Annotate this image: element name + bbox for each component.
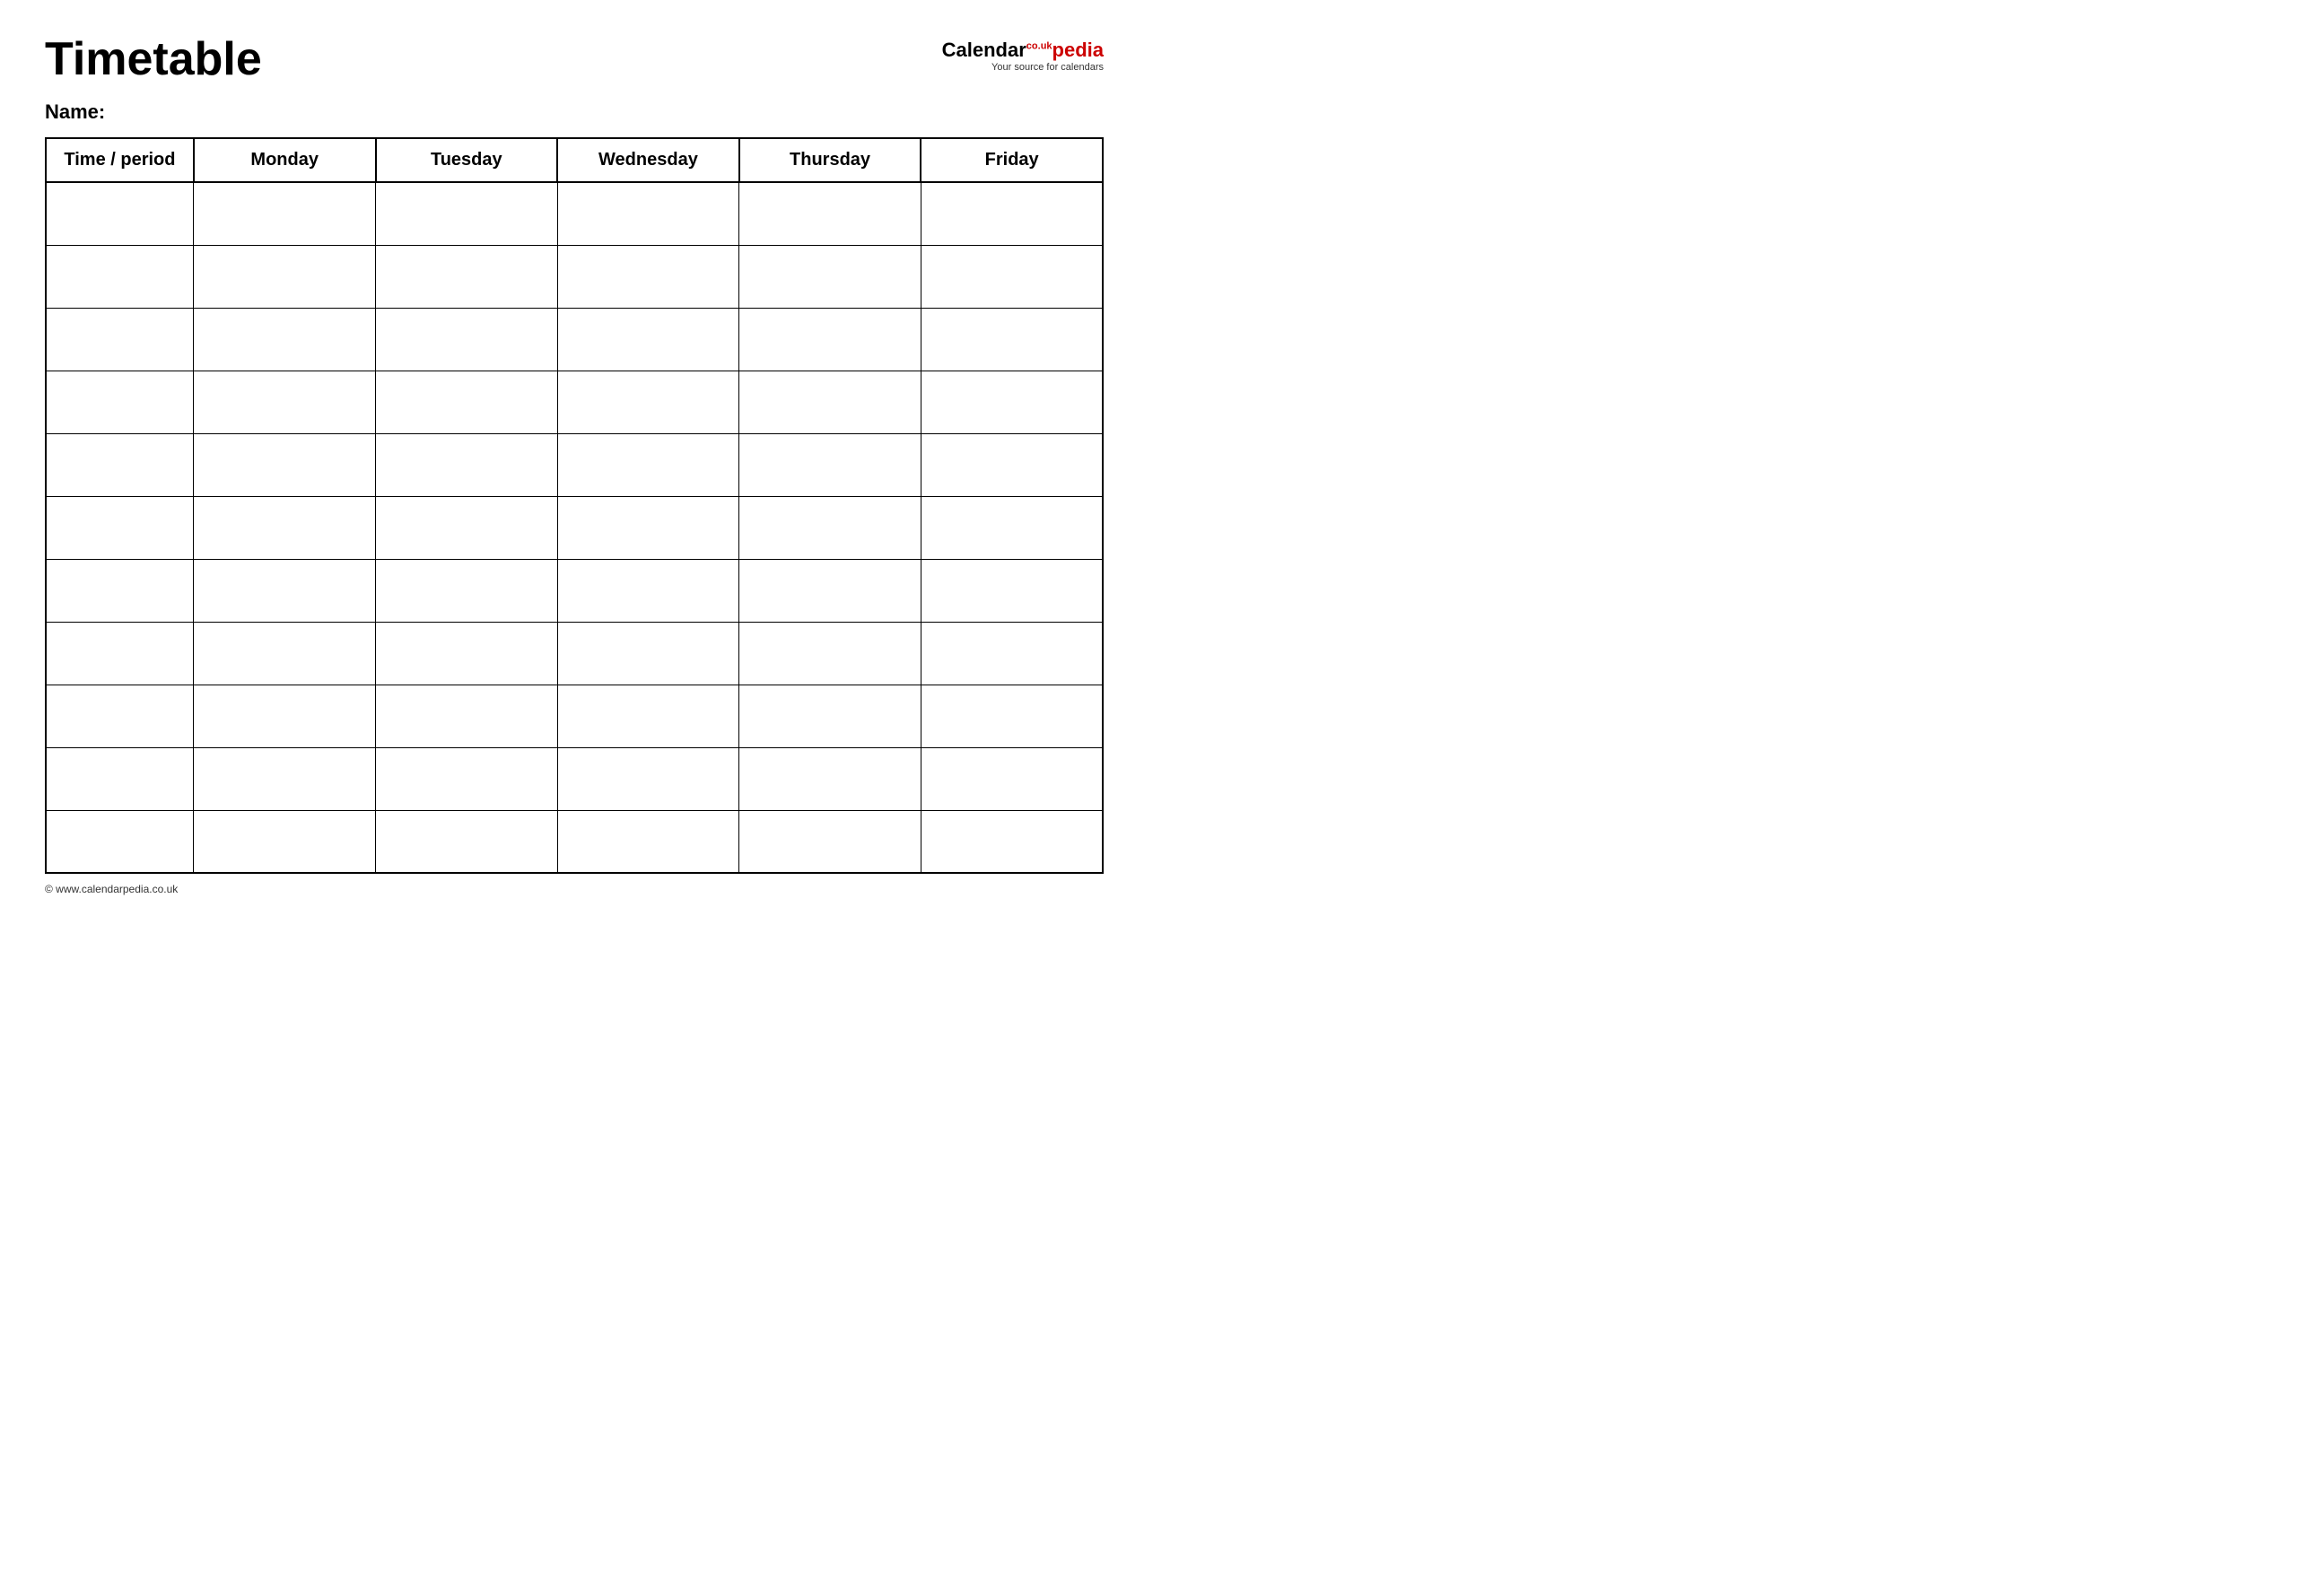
table-cell[interactable] xyxy=(739,810,921,873)
logo-area: Calendarco.ukpedia Your source for calen… xyxy=(942,40,1104,73)
table-row xyxy=(46,685,1103,747)
table-cell[interactable] xyxy=(194,308,376,371)
logo-calendar: Calendar xyxy=(942,39,1026,61)
table-cell[interactable] xyxy=(376,496,558,559)
table-cell[interactable] xyxy=(739,182,921,245)
timetable: Time / period Monday Tuesday Wednesday T… xyxy=(45,137,1104,874)
table-cell[interactable] xyxy=(376,747,558,810)
table-cell[interactable] xyxy=(739,747,921,810)
logo-couk: co.uk xyxy=(1026,41,1052,52)
table-cell[interactable] xyxy=(921,433,1103,496)
table-cell[interactable] xyxy=(376,182,558,245)
table-cell[interactable] xyxy=(376,308,558,371)
table-row xyxy=(46,308,1103,371)
footer: © www.calendarpedia.co.uk xyxy=(45,883,1104,895)
table-cell[interactable] xyxy=(46,559,194,622)
table-cell[interactable] xyxy=(557,245,739,308)
table-cell[interactable] xyxy=(376,245,558,308)
table-cell[interactable] xyxy=(194,433,376,496)
table-cell[interactable] xyxy=(376,559,558,622)
table-row xyxy=(46,622,1103,685)
table-cell[interactable] xyxy=(376,685,558,747)
table-cell[interactable] xyxy=(46,496,194,559)
table-row xyxy=(46,496,1103,559)
table-cell[interactable] xyxy=(46,810,194,873)
table-row xyxy=(46,245,1103,308)
table-cell[interactable] xyxy=(194,622,376,685)
table-row xyxy=(46,371,1103,433)
logo-pedia: pedia xyxy=(1052,39,1104,61)
table-cell[interactable] xyxy=(376,622,558,685)
col-header-tuesday: Tuesday xyxy=(376,138,558,182)
table-cell[interactable] xyxy=(376,371,558,433)
col-header-monday: Monday xyxy=(194,138,376,182)
table-cell[interactable] xyxy=(557,182,739,245)
table-row xyxy=(46,182,1103,245)
table-cell[interactable] xyxy=(557,433,739,496)
table-cell[interactable] xyxy=(46,747,194,810)
table-cell[interactable] xyxy=(194,371,376,433)
table-cell[interactable] xyxy=(557,622,739,685)
table-cell[interactable] xyxy=(739,308,921,371)
col-header-thursday: Thursday xyxy=(739,138,921,182)
table-cell[interactable] xyxy=(739,559,921,622)
table-cell[interactable] xyxy=(557,559,739,622)
table-cell[interactable] xyxy=(46,622,194,685)
table-cell[interactable] xyxy=(46,182,194,245)
table-cell[interactable] xyxy=(557,685,739,747)
table-cell[interactable] xyxy=(739,622,921,685)
table-cell[interactable] xyxy=(194,559,376,622)
table-cell[interactable] xyxy=(739,496,921,559)
table-cell[interactable] xyxy=(921,747,1103,810)
table-cell[interactable] xyxy=(376,810,558,873)
table-cell[interactable] xyxy=(194,810,376,873)
footer-url: © www.calendarpedia.co.uk xyxy=(45,883,178,895)
table-cell[interactable] xyxy=(739,685,921,747)
table-cell[interactable] xyxy=(194,496,376,559)
table-row xyxy=(46,747,1103,810)
table-cell[interactable] xyxy=(739,371,921,433)
table-cell[interactable] xyxy=(921,810,1103,873)
col-header-wednesday: Wednesday xyxy=(557,138,739,182)
name-label: Name: xyxy=(45,100,1104,124)
table-cell[interactable] xyxy=(921,308,1103,371)
table-cell[interactable] xyxy=(921,622,1103,685)
table-cell[interactable] xyxy=(921,182,1103,245)
table-cell[interactable] xyxy=(557,308,739,371)
table-cell[interactable] xyxy=(194,685,376,747)
logo-subtitle: Your source for calendars xyxy=(991,62,1104,73)
page-title: Timetable xyxy=(45,36,262,83)
table-cell[interactable] xyxy=(46,245,194,308)
table-cell[interactable] xyxy=(376,433,558,496)
table-cell[interactable] xyxy=(194,182,376,245)
timetable-body xyxy=(46,182,1103,873)
table-cell[interactable] xyxy=(557,371,739,433)
table-cell[interactable] xyxy=(921,496,1103,559)
col-header-time: Time / period xyxy=(46,138,194,182)
table-cell[interactable] xyxy=(557,810,739,873)
table-row xyxy=(46,433,1103,496)
table-cell[interactable] xyxy=(739,433,921,496)
table-cell[interactable] xyxy=(194,747,376,810)
table-cell[interactable] xyxy=(921,371,1103,433)
col-header-friday: Friday xyxy=(921,138,1103,182)
logo-text: Calendarco.ukpedia xyxy=(942,40,1104,60)
table-cell[interactable] xyxy=(557,496,739,559)
table-cell[interactable] xyxy=(46,685,194,747)
table-cell[interactable] xyxy=(921,245,1103,308)
table-cell[interactable] xyxy=(557,747,739,810)
table-row xyxy=(46,810,1103,873)
table-row xyxy=(46,559,1103,622)
table-cell[interactable] xyxy=(739,245,921,308)
table-cell[interactable] xyxy=(46,371,194,433)
table-cell[interactable] xyxy=(921,559,1103,622)
table-cell[interactable] xyxy=(194,245,376,308)
table-header-row: Time / period Monday Tuesday Wednesday T… xyxy=(46,138,1103,182)
table-cell[interactable] xyxy=(46,433,194,496)
header: Timetable Calendarco.ukpedia Your source… xyxy=(45,36,1104,83)
table-cell[interactable] xyxy=(46,308,194,371)
table-cell[interactable] xyxy=(921,685,1103,747)
